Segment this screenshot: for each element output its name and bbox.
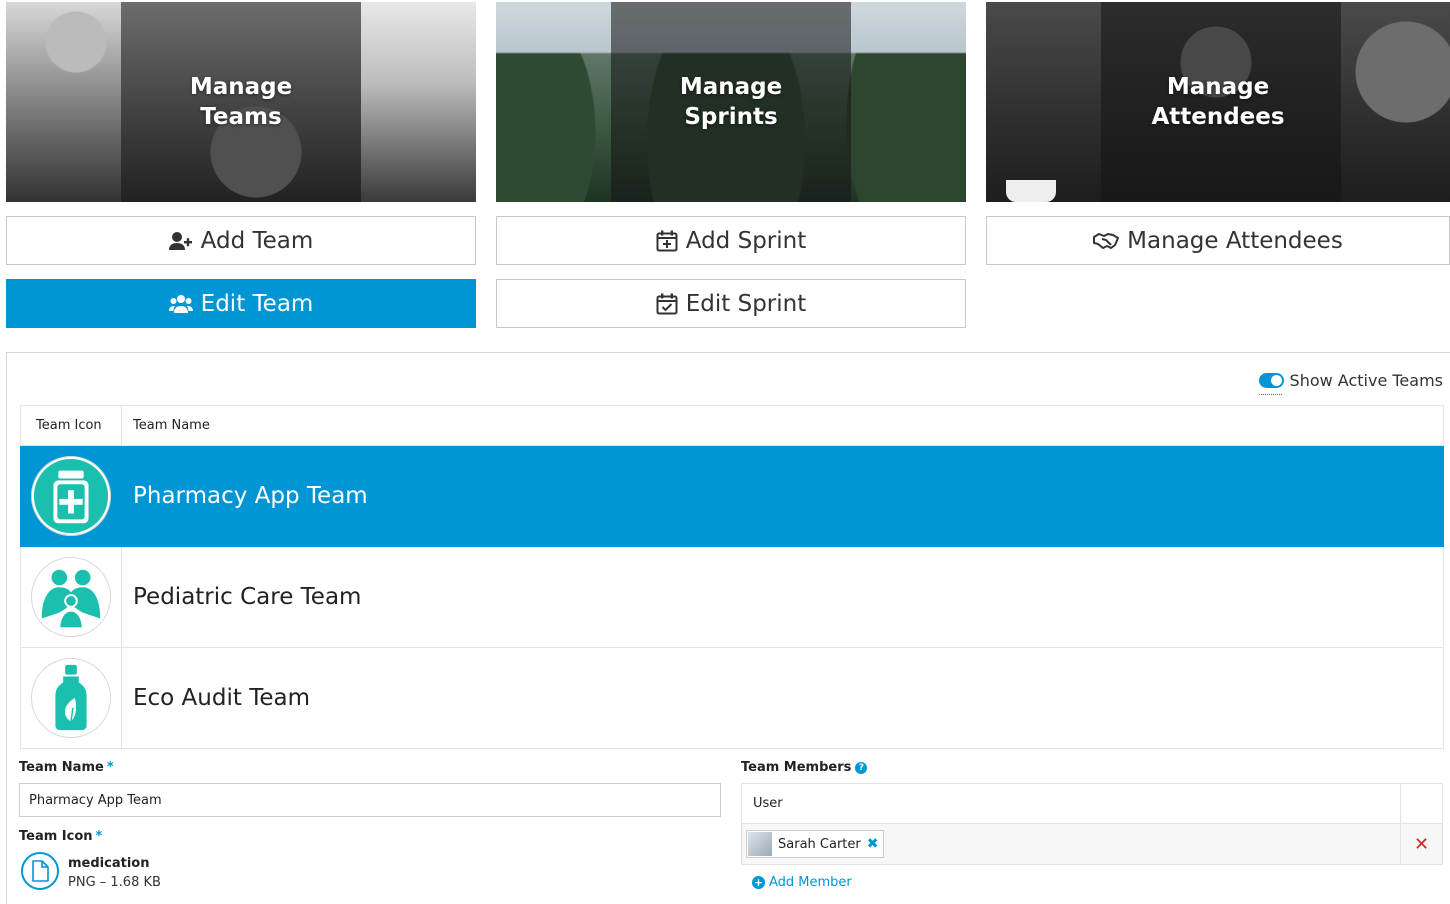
table-header: Team Icon Team Name	[20, 405, 1444, 446]
file-meta: PNG – 1.68 KB	[68, 875, 161, 890]
users-icon	[168, 294, 193, 314]
file-name[interactable]: medication	[68, 856, 149, 871]
team-name-cell: Pharmacy App Team	[121, 445, 1444, 547]
manage-sprints-tile[interactable]: Manage Sprints	[496, 2, 966, 202]
member-chip[interactable]: Sarah Carter ✖	[746, 830, 885, 858]
family-icon	[31, 557, 111, 637]
team-members-label: Team Members ?	[741, 760, 868, 775]
handshake-icon	[1093, 232, 1120, 250]
manage-attendees-button[interactable]: Manage Attendees	[986, 216, 1450, 265]
calendar-check-icon	[656, 293, 678, 315]
column-header[interactable]: Team Icon	[20, 405, 122, 446]
button-label: Manage Attendees	[1127, 227, 1343, 254]
medicine-jar-icon	[31, 456, 111, 536]
show-active-teams-toggle[interactable]: Show Active Teams	[1258, 371, 1443, 395]
add-team-button[interactable]: Add Team	[6, 216, 476, 265]
user-plus-icon	[168, 231, 193, 251]
members-header: User	[741, 783, 1443, 824]
remove-chip-icon[interactable]: ✖	[867, 836, 879, 852]
eco-bottle-icon	[31, 658, 111, 738]
manage-teams-tile[interactable]: Manage Teams	[6, 2, 476, 202]
team-icon-label: Team Icon *	[19, 829, 103, 844]
add-sprint-button[interactable]: Add Sprint	[496, 216, 966, 265]
required-mark: *	[95, 829, 103, 844]
toggle-switch[interactable]	[1258, 373, 1284, 388]
avatar	[748, 832, 772, 856]
toggle-label: Show Active Teams	[1289, 371, 1443, 390]
team-members-grid: User Sarah Carter ✖ ✕	[741, 783, 1443, 865]
member-name: Sarah Carter	[778, 836, 861, 852]
button-label: Edit Team	[200, 290, 314, 317]
team-name-cell: Eco Audit Team	[121, 647, 1444, 749]
teams-table: Team Icon Team Name Pharmacy App Team Pe…	[20, 405, 1444, 749]
team-name-input[interactable]	[19, 783, 721, 817]
column-header[interactable]: Team Name	[121, 405, 1444, 446]
tile-title: Manage Teams	[189, 74, 293, 130]
edit-sprint-button[interactable]: Edit Sprint	[496, 279, 966, 328]
member-row: Sarah Carter ✖ ✕	[741, 824, 1443, 865]
edit-team-button[interactable]: Edit Team	[6, 279, 476, 328]
tile-title: Manage Attendees	[1151, 74, 1285, 130]
tile-title: Manage Sprints	[679, 74, 783, 130]
required-mark: *	[106, 760, 114, 775]
button-label: Add Sprint	[685, 227, 807, 254]
help-icon[interactable]: ?	[855, 761, 868, 774]
calendar-plus-icon	[656, 230, 678, 252]
button-label: Edit Sprint	[685, 290, 807, 317]
file-icon[interactable]	[21, 852, 59, 890]
team-name-label: Team Name *	[19, 760, 114, 775]
button-label: Add Team	[200, 227, 314, 254]
plus-circle-icon: +	[752, 876, 765, 889]
table-row[interactable]: Eco Audit Team	[20, 647, 1444, 749]
delete-row-icon[interactable]: ✕	[1400, 824, 1442, 864]
table-row[interactable]: Pediatric Care Team	[20, 546, 1444, 648]
manage-attendees-tile[interactable]: Manage Attendees	[986, 2, 1450, 202]
table-row[interactable]: Pharmacy App Team	[20, 445, 1444, 547]
team-name-cell: Pediatric Care Team	[121, 546, 1444, 648]
add-member-link[interactable]: + Add Member	[752, 875, 852, 890]
user-column-header: User	[753, 796, 783, 811]
